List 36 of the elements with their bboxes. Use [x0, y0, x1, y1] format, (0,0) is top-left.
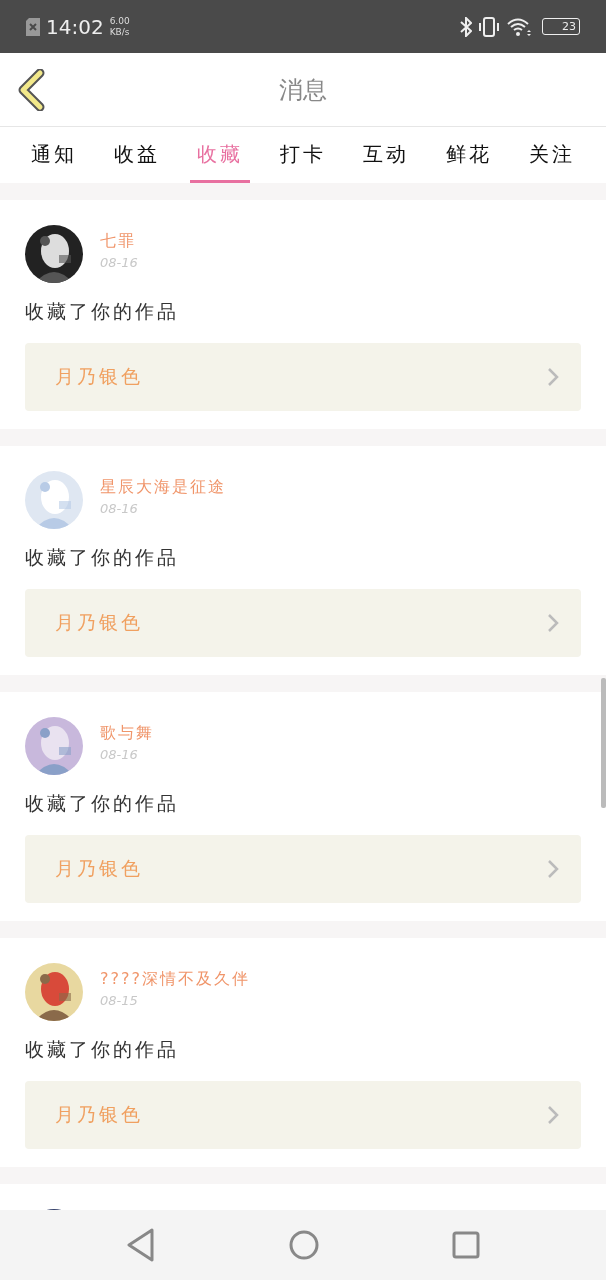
chevron-right-icon	[547, 367, 559, 387]
tab[interactable]: 关注	[522, 127, 582, 183]
chevron-right-icon	[547, 613, 559, 633]
user-name[interactable]: 七罪	[100, 231, 138, 252]
back-icon[interactable]	[126, 1228, 157, 1262]
tab[interactable]: 通知	[24, 127, 84, 183]
page-title: 消息	[279, 74, 327, 106]
back-icon[interactable]	[16, 69, 46, 111]
message-text: 收藏了你的作品	[25, 1037, 180, 1062]
chevron-right-icon	[547, 1105, 559, 1125]
bluetooth-icon	[460, 16, 472, 37]
vibrate-icon	[478, 16, 500, 37]
tab[interactable]: 收藏	[190, 127, 250, 183]
network-speed: 6.00	[109, 15, 130, 27]
speed-unit: KB/s	[109, 26, 130, 38]
tab[interactable]: 鲜花	[439, 127, 499, 183]
home-icon[interactable]	[289, 1230, 319, 1260]
battery-level: 23	[542, 18, 580, 35]
tab[interactable]: 互动	[356, 127, 416, 183]
message-text: 收藏了你的作品	[25, 299, 180, 324]
work-link[interactable]: 月乃银色	[25, 1081, 581, 1149]
sim-card-icon	[26, 17, 40, 36]
message-text: 收藏了你的作品	[25, 791, 180, 816]
work-link[interactable]: 月乃银色	[25, 835, 581, 903]
work-link[interactable]: 月乃银色	[25, 343, 581, 411]
user-name[interactable]: ????深情不及久伴	[100, 969, 250, 990]
tab[interactable]: 打卡	[273, 127, 333, 183]
message-text: 收藏了你的作品	[25, 545, 180, 570]
chevron-right-icon	[547, 859, 559, 879]
user-name[interactable]: 歌与舞	[100, 723, 154, 744]
wifi-icon	[506, 16, 532, 37]
tab[interactable]: 收益	[107, 127, 167, 183]
user-name[interactable]: 星辰大海是征途	[100, 477, 226, 498]
work-link[interactable]: 月乃银色	[25, 589, 581, 657]
recent-apps-icon[interactable]	[451, 1231, 480, 1259]
clock-time: 14:02	[46, 14, 104, 39]
